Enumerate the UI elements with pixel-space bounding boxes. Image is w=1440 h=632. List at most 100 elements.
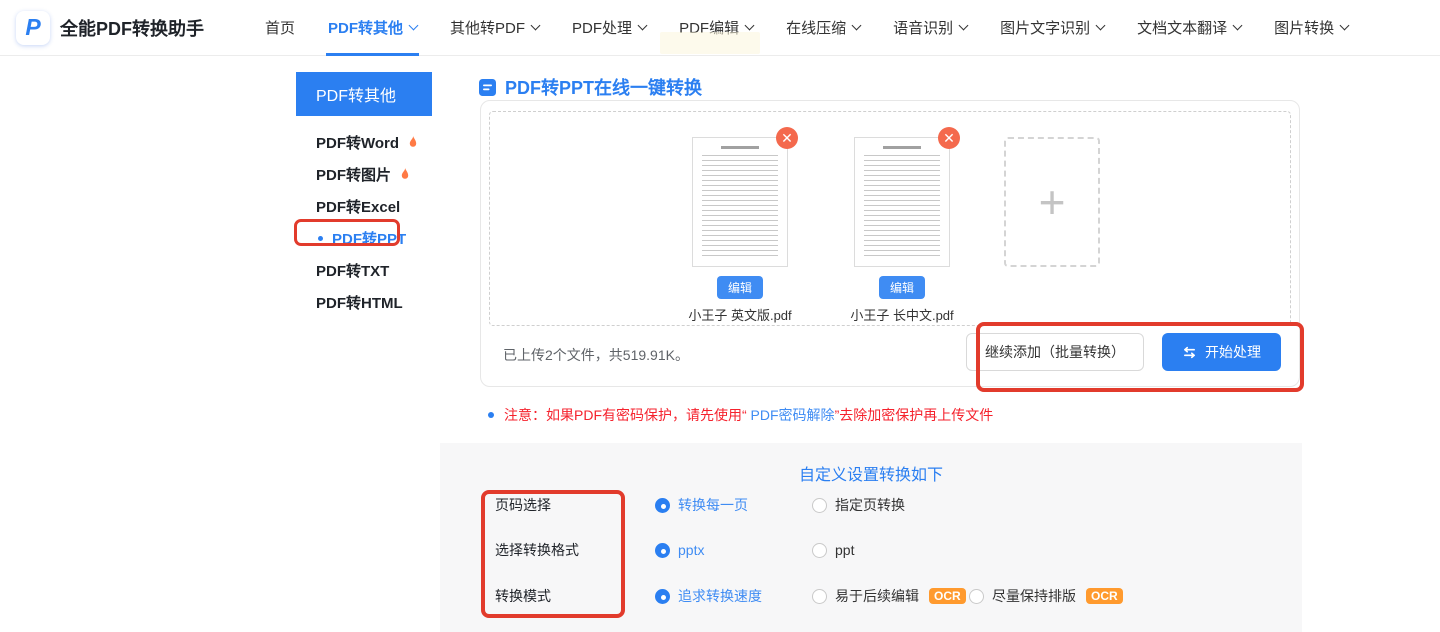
settings-row-output-format: 选择转换格式 pptx ppt xyxy=(495,540,969,560)
remove-file-button[interactable]: ✕ xyxy=(938,127,960,149)
file-name: 小王子 长中文.pdf xyxy=(850,308,954,323)
chevron-down-icon xyxy=(1232,20,1243,31)
chevron-down-icon xyxy=(851,20,862,31)
active-bullet-dot xyxy=(318,235,323,241)
nav-label: PDF转其他 xyxy=(328,20,404,37)
nav-item-doc-translate[interactable]: 文档文本翻译 xyxy=(1137,0,1243,56)
radio-label: 指定页转换 xyxy=(835,497,905,513)
radio-mode-keep-layout[interactable]: 尽量保持排版 OCR xyxy=(969,586,1123,606)
nav-label: 在线压缩 xyxy=(786,20,847,37)
radio-format-pptx[interactable]: pptx xyxy=(655,542,812,558)
radio-convert-every-page[interactable]: 转换每一页 xyxy=(655,495,812,515)
nav-item-online-compress[interactable]: 在线压缩 xyxy=(786,0,862,56)
nav-label: PDF处理 xyxy=(572,20,633,37)
sidebar-item-label: PDF转图片 xyxy=(316,166,392,184)
chevron-down-icon xyxy=(408,20,419,31)
main-nav: 首页 PDF转其他 其他转PDF PDF处理 PDF编辑 在线压缩 语音识别 图… xyxy=(265,0,1350,56)
chevron-down-icon xyxy=(1339,20,1350,31)
chevron-down-icon xyxy=(744,20,755,31)
remove-file-button[interactable]: ✕ xyxy=(776,127,798,149)
nav-item-home[interactable]: 首页 xyxy=(265,0,295,56)
radio-icon xyxy=(655,497,670,513)
settings-label: 页码选择 xyxy=(495,497,551,513)
nav-label: 语音识别 xyxy=(893,20,954,37)
chevron-down-icon xyxy=(958,20,969,31)
sidebar-item-label: PDF转Word xyxy=(316,134,400,152)
sidebar-item-pdf-to-ppt[interactable]: PDF转PPT xyxy=(296,222,432,254)
pdf-unlock-link[interactable]: PDF密码解除 xyxy=(747,407,835,423)
nav-item-pdf-process[interactable]: PDF处理 xyxy=(572,0,648,56)
nav-item-image-ocr[interactable]: 图片文字识别 xyxy=(1000,0,1106,56)
start-button-label: 开始处理 xyxy=(1205,344,1261,360)
page-title-row: PDF转PPT在线一键转换 xyxy=(478,74,702,100)
edit-file-button[interactable]: 编辑 xyxy=(878,276,925,299)
pdf-thumbnail: ✕ xyxy=(692,127,798,267)
nav-label: 文档文本翻译 xyxy=(1137,20,1228,37)
note-bullet-dot xyxy=(488,412,494,418)
sidebar-item-pdf-to-image[interactable]: PDF转图片 xyxy=(296,158,432,190)
note-text-suffix: ”去除加密保护再上传文件 xyxy=(834,407,994,423)
thumb-text-line xyxy=(883,146,921,149)
nav-item-image-convert[interactable]: 图片转换 xyxy=(1274,0,1350,56)
password-note: 注意：如果PDF有密码保护，请先使用“ PDF密码解除”去除加密保护再上传文件 xyxy=(488,405,993,425)
note-text-prefix: 注意：如果PDF有密码保护，请先使用“ xyxy=(504,407,747,423)
add-file-tile[interactable]: + xyxy=(1004,137,1100,267)
radio-label: 尽量保持排版 xyxy=(992,588,1076,604)
radio-icon xyxy=(655,588,670,604)
nav-item-other-to-pdf[interactable]: 其他转PDF xyxy=(450,0,541,56)
pdf-thumbnail: ✕ xyxy=(854,127,960,267)
radio-icon xyxy=(812,588,827,604)
page: P 全能PDF转换助手 首页 PDF转其他 其他转PDF PDF处理 PDF编辑… xyxy=(0,0,1440,632)
thumb-text-lines xyxy=(864,155,940,256)
add-more-button[interactable]: 继续添加（批量转换） xyxy=(966,333,1144,371)
start-processing-button[interactable]: 开始处理 xyxy=(1162,333,1281,371)
upload-card: ✕ 编辑 小王子 英文版.pdf ✕ 编辑 小王子 长中文.pdf + 已上传2… xyxy=(480,100,1300,387)
chevron-down-icon xyxy=(530,20,541,31)
page-title: PDF转PPT在线一键转换 xyxy=(505,78,703,98)
sidebar-item-pdf-to-txt[interactable]: PDF转TXT xyxy=(296,254,432,286)
ocr-badge: OCR xyxy=(929,588,966,604)
sidebar-item-pdf-to-html[interactable]: PDF转HTML xyxy=(296,286,432,318)
plus-icon: + xyxy=(1038,176,1066,228)
radio-label: 易于后续编辑 xyxy=(835,588,919,604)
sidebar-item-label: PDF转TXT xyxy=(316,262,390,280)
settings-row-convert-mode: 转换模式 追求转换速度 易于后续编辑 OCR 尽量保持排版 OCR xyxy=(495,586,1123,606)
nav-label: 图片转换 xyxy=(1274,20,1335,37)
app-logo-icon: P xyxy=(16,10,50,45)
nav-item-pdf-to-other[interactable]: PDF转其他 xyxy=(326,0,420,56)
thumb-text-line xyxy=(721,146,759,149)
radio-label: 转换每一页 xyxy=(678,497,748,513)
upload-status-text: 已上传2个文件，共519.91K。 xyxy=(503,347,689,363)
sidebar-item-label: PDF转HTML xyxy=(316,294,403,312)
radio-icon xyxy=(969,588,984,604)
uploaded-file-item: ✕ 编辑 小王子 长中文.pdf xyxy=(842,127,962,324)
settings-row-page-select: 页码选择 转换每一页 指定页转换 xyxy=(495,495,969,515)
radio-mode-editable[interactable]: 易于后续编辑 OCR xyxy=(812,586,969,606)
radio-label: ppt xyxy=(835,542,855,558)
upload-dropzone[interactable]: ✕ 编辑 小王子 英文版.pdf ✕ 编辑 小王子 长中文.pdf + xyxy=(489,111,1291,326)
settings-title: 自定义设置转换如下 xyxy=(798,467,943,484)
sidebar-header: PDF转其他 xyxy=(296,72,432,116)
radio-label: 追求转换速度 xyxy=(678,588,762,604)
radio-label: pptx xyxy=(678,542,705,558)
radio-icon xyxy=(812,497,827,513)
radio-format-ppt[interactable]: ppt xyxy=(812,542,969,558)
sidebar-item-pdf-to-excel[interactable]: PDF转Excel xyxy=(296,190,432,222)
radio-mode-speed[interactable]: 追求转换速度 xyxy=(655,586,812,606)
settings-label: 选择转换格式 xyxy=(495,542,579,558)
edit-file-button[interactable]: 编辑 xyxy=(716,276,763,299)
radio-convert-specified-pages[interactable]: 指定页转换 xyxy=(812,495,969,515)
brand[interactable]: P 全能PDF转换助手 xyxy=(0,10,265,45)
sidebar-item-label: PDF转PPT xyxy=(332,230,407,248)
sidebar-item-pdf-to-word[interactable]: PDF转Word xyxy=(296,126,432,158)
hot-flame-icon xyxy=(409,135,417,147)
upload-footer: 已上传2个文件，共519.91K。 继续添加（批量转换） 开始处理 xyxy=(481,324,1299,386)
file-name: 小王子 英文版.pdf xyxy=(688,308,792,323)
thumb-text-lines xyxy=(702,155,778,256)
uploaded-file-item: ✕ 编辑 小王子 英文版.pdf xyxy=(680,127,800,324)
faint-highlight-box xyxy=(660,32,760,54)
chevron-down-icon xyxy=(1095,20,1106,31)
settings-label: 转换模式 xyxy=(495,588,551,604)
nav-label: 图片文字识别 xyxy=(1000,20,1091,37)
nav-item-speech-recognition[interactable]: 语音识别 xyxy=(893,0,969,56)
